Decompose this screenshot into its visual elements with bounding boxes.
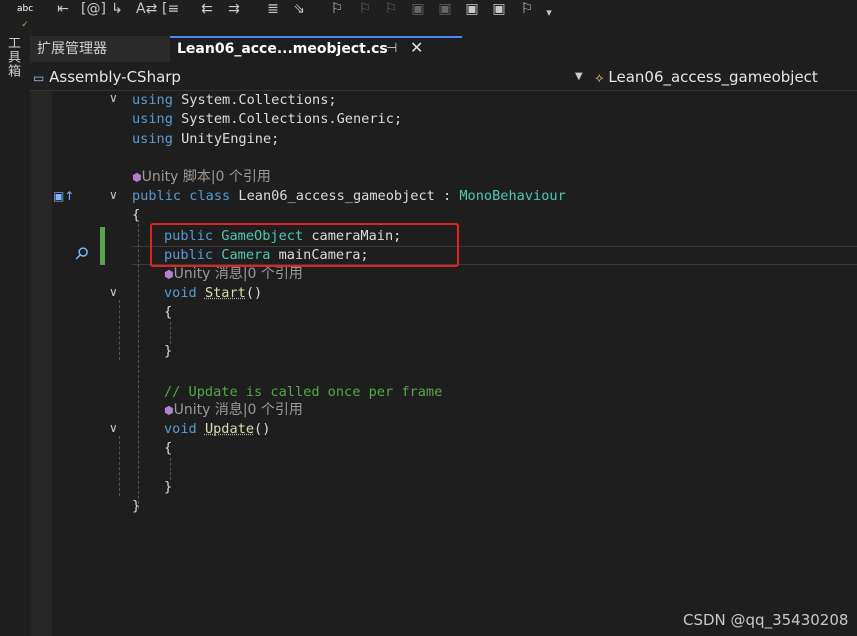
highlight-box (150, 223, 459, 267)
indent-guide (170, 322, 171, 344)
document-tab-row: 扩展管理器 Lean06_acce...meobject.cs ⊣ ✕ (30, 36, 857, 62)
format-document-icon[interactable]: ≣ (265, 1, 281, 17)
complete-word-icon[interactable]: A⇄ (136, 1, 157, 17)
chevron-down-icon: ▼ (575, 71, 583, 82)
left-tool-strip (0, 30, 31, 636)
csharp-project-icon: ▭ (33, 71, 45, 85)
indent-guide (170, 458, 171, 480)
indent-icon[interactable]: [≡ (162, 1, 179, 17)
fold-chevron-icon[interactable]: ∨ (109, 285, 118, 299)
project-dropdown[interactable]: ▭ Assembly-CSharp ▼ (30, 66, 590, 88)
tab-active-file[interactable]: Lean06_acce...meobject.cs ⊣ ✕ (170, 36, 462, 62)
bookmark-icon[interactable]: ⚐ (329, 1, 345, 17)
bookmark-folder-icon[interactable]: ▣ (410, 1, 426, 17)
fold-chevron-icon[interactable]: ∨ (109, 91, 118, 105)
code-line: } (164, 479, 173, 495)
code-line: { (164, 304, 173, 320)
next-folder-bookmark2-icon[interactable]: ▣ (491, 1, 507, 17)
codelens-references[interactable]: ⬢Unity 脚本|0 个引用 (132, 168, 271, 187)
indent-guide (119, 436, 120, 496)
toolbox-tab[interactable]: 工具箱 (5, 36, 22, 78)
prev-folder-bookmark-icon[interactable]: ▣ (437, 1, 453, 17)
toolbar: abc ✓ ⇤ [@] ↳ A⇄ [≡ ⇇ ⇉ ≣ ⇘ ⚐ ⚐ ⚐ ▣ ▣ ▣ ▣… (0, 0, 857, 30)
pin-icon[interactable]: ⊣ (386, 38, 397, 60)
class-name: Lean06_access_gameobject (608, 68, 818, 86)
parameter-info-icon[interactable]: ↳ (109, 1, 125, 17)
close-icon[interactable]: ✕ (410, 37, 423, 59)
clear-bookmarks-icon[interactable]: ⇘ (291, 1, 307, 17)
code-line: { (164, 440, 173, 456)
unity-cube-icon: ⬢ (132, 171, 142, 184)
outdent-icon[interactable]: ⇇ (199, 1, 215, 17)
class-dropdown[interactable]: ⟡ Lean06_access_gameobject (595, 66, 857, 88)
unity-cube-icon: ⬢ (164, 404, 174, 417)
increase-indent-icon[interactable]: ⇉ (226, 1, 242, 17)
code-line: using System.Collections; (132, 92, 337, 108)
change-indicator (100, 227, 105, 265)
indent-guide (119, 300, 120, 360)
spell-check-icon[interactable]: abc ✓ (17, 1, 33, 30)
tab-label: 扩展管理器 (37, 41, 107, 57)
next-bookmark-icon[interactable]: ⚐ (383, 1, 399, 17)
codelens-references[interactable]: ⬢Unity 消息|0 个引用 (164, 401, 303, 420)
code-line: void Start() (164, 285, 263, 301)
fold-chevron-icon[interactable]: ∨ (109, 188, 118, 202)
clear-all-bookmarks-icon[interactable]: ⚐ (519, 1, 535, 17)
tab-extension-manager[interactable]: 扩展管理器 (30, 36, 170, 62)
code-line: void Update() (164, 421, 271, 437)
project-name: Assembly-CSharp (49, 68, 181, 86)
unity-cube-icon: ⬢ (164, 268, 174, 281)
fold-chevron-icon[interactable]: ∨ (109, 421, 118, 435)
prev-bookmark-icon[interactable]: ⚐ (357, 1, 373, 17)
code-line: { (132, 207, 141, 223)
implements-icon[interactable]: ▣↑ (53, 189, 74, 203)
class-icon: ⟡ (595, 71, 604, 86)
code-line: using System.Collections.Generic; (132, 111, 403, 127)
tab-label: Lean06_acce...meobject.cs (177, 41, 388, 57)
code-line: using UnityEngine; (132, 131, 280, 147)
navigation-bar: ▭ Assembly-CSharp ▼ ⟡ Lean06_access_game… (30, 64, 857, 91)
code-line: public class Lean06_access_gameobject : … (132, 188, 566, 204)
code-comment: // Update is called once per frame (164, 384, 443, 400)
editor-gutter (30, 91, 52, 636)
code-line: } (132, 498, 141, 514)
watermark: CSDN @qq_35430208 (683, 611, 849, 629)
more-icon[interactable]: ▾ (541, 5, 557, 21)
comment-icon[interactable]: ⇤ (55, 1, 71, 17)
next-folder-bookmark-icon[interactable]: ▣ (464, 1, 480, 17)
code-line: } (164, 343, 173, 359)
codelens-references[interactable]: ⬢Unity 消息|0 个引用 (164, 265, 303, 284)
quick-info-icon[interactable]: [@] (81, 1, 106, 17)
indent-guide (138, 224, 139, 509)
